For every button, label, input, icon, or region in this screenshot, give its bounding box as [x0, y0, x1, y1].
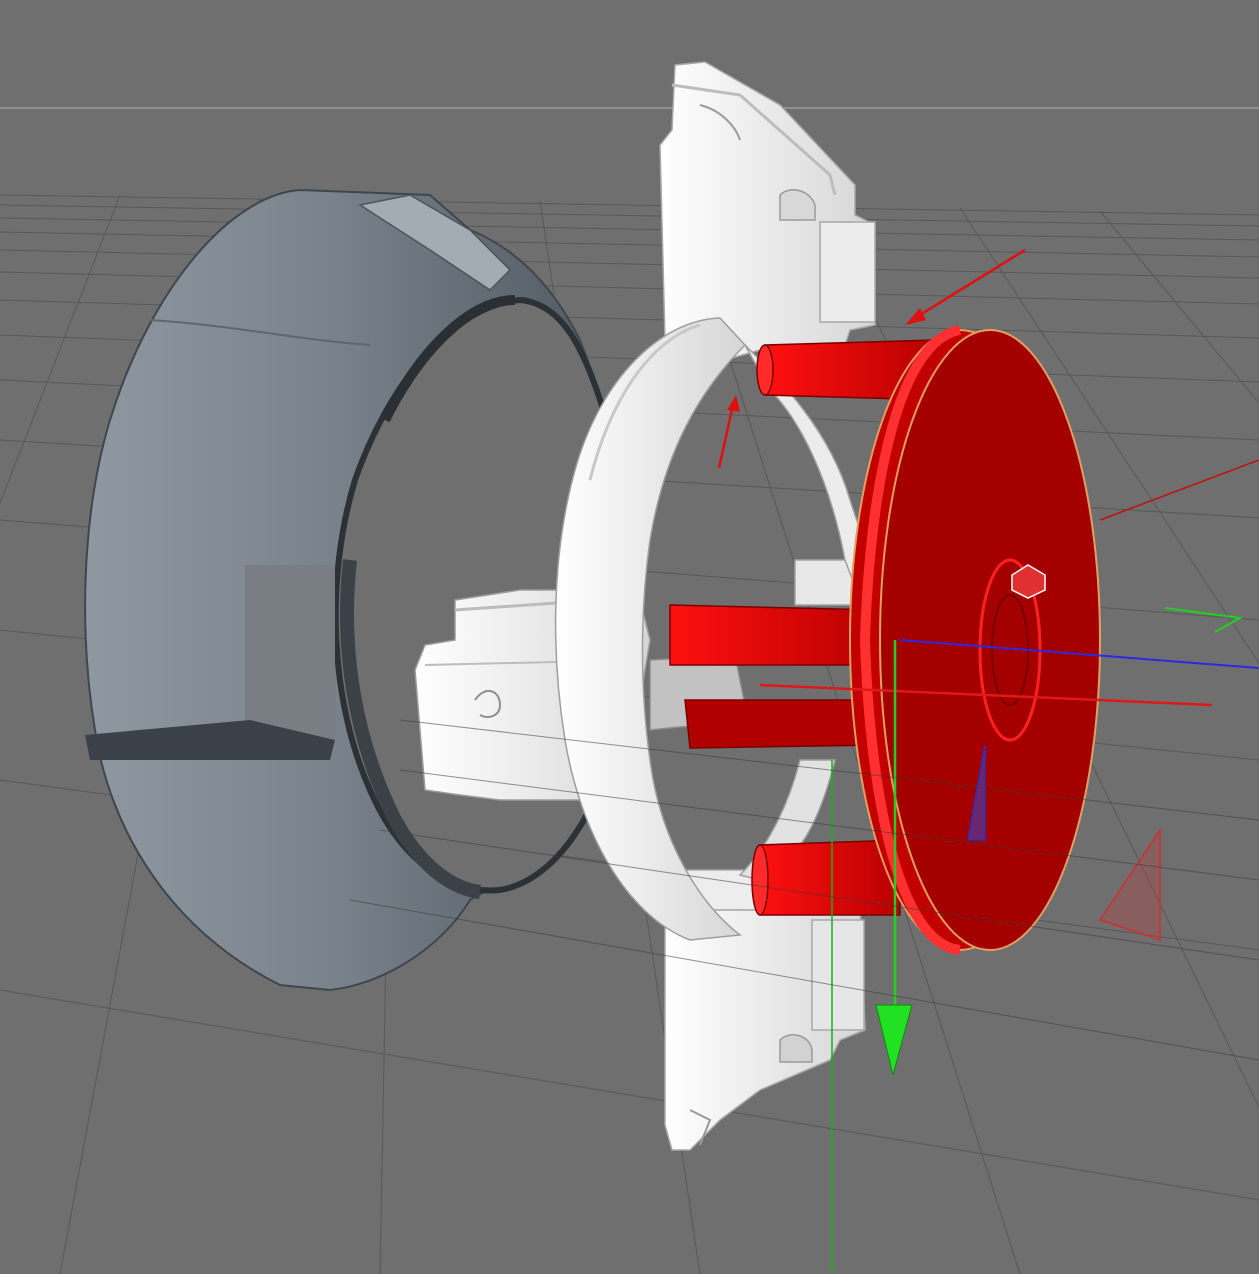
3d-viewport[interactable] — [0, 0, 1259, 1274]
red-cap-face — [879, 329, 1101, 951]
